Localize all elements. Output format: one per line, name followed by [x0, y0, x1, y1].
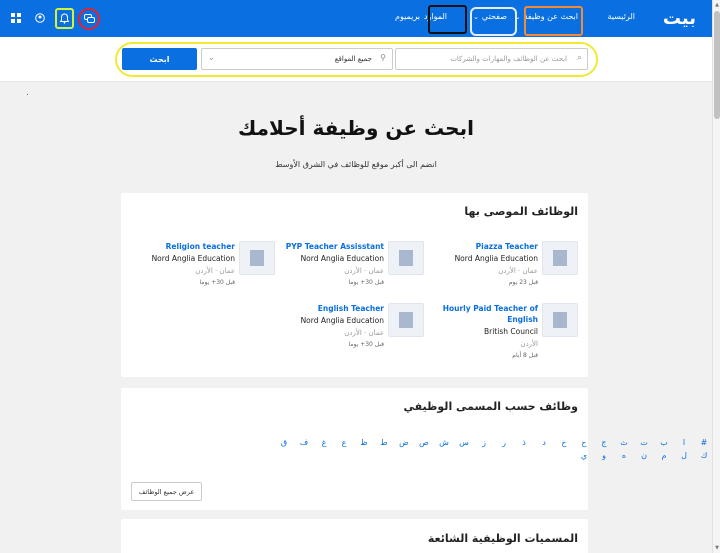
recommended-jobs-card: الوظائف الموصى بها Piazza Teacher Nord A… — [121, 193, 588, 377]
job-company: Nord Anglia Education — [300, 254, 384, 263]
letter-link[interactable]: ر — [498, 438, 510, 447]
hero-title: ابحث عن وظيفة أحلامك — [238, 116, 474, 140]
job-title[interactable]: Religion teacher — [135, 241, 235, 252]
job-location: عمان · الأردن — [195, 267, 235, 275]
letter-link[interactable]: ج — [598, 438, 610, 447]
letter-link[interactable]: ع — [338, 438, 350, 447]
letter-link[interactable]: ط — [378, 438, 390, 447]
letter-link[interactable]: ذ — [518, 438, 530, 447]
scrollbar-thumb[interactable] — [714, 11, 720, 119]
letter-link[interactable]: ز — [478, 438, 490, 447]
hero-subtitle: انضم الى أكبر موقع للوظائف في الشرق الأو… — [275, 160, 437, 169]
job-company: Nord Anglia Education — [300, 316, 384, 325]
job-card[interactable]: Hourly Paid Teacher of English British C… — [438, 303, 578, 363]
apps-grid-icon[interactable] — [7, 9, 25, 27]
search-button[interactable]: ابحث — [122, 48, 197, 70]
letter-link[interactable]: و — [598, 451, 610, 460]
alphabet-letter-list: # ا ب ت ث ج ح خ د ذ ر ز س ش ص ض ط ظ ع غ ف ق ك ل م ن ه و ي — [270, 438, 710, 460]
location-select[interactable]: ⌄ جميع المواقع ⚲ — [201, 48, 393, 70]
job-location: الأردن — [520, 340, 538, 348]
highlight-my-page — [470, 7, 517, 36]
job-title[interactable]: English Teacher — [284, 303, 384, 314]
job-location: عمان · الأردن — [344, 329, 384, 337]
letter-link[interactable]: ض — [398, 438, 410, 447]
letter-link[interactable]: ص — [418, 438, 430, 447]
nav-premium[interactable]: بريميوم — [395, 12, 420, 21]
job-posted: قبل 30+ يوما — [348, 279, 384, 286]
letter-link[interactable]: خ — [558, 438, 570, 447]
letter-link[interactable]: ظ — [358, 438, 370, 447]
user-account-icon[interactable] — [31, 9, 49, 27]
job-company: Nord Anglia Education — [454, 254, 538, 263]
letter-link[interactable]: ل — [678, 451, 690, 460]
view-all-jobs-button[interactable]: عرض جميع الوظائف — [131, 482, 202, 501]
company-building-icon — [388, 241, 424, 275]
job-posted: قبل 30+ يوما — [348, 341, 384, 348]
popular-job-titles-card: المسميات الوظيفية الشائعة — [121, 519, 588, 553]
letter-link[interactable]: ه — [618, 451, 630, 460]
job-title[interactable]: Piazza Teacher — [438, 241, 538, 252]
notifications-bell-icon[interactable] — [55, 8, 74, 29]
job-card[interactable]: Religion teacher Nord Anglia Education ع… — [135, 241, 275, 301]
job-title[interactable]: PYP Teacher Assisstant — [284, 241, 384, 252]
nav-home[interactable]: الرئيسية — [607, 12, 635, 21]
company-building-icon — [239, 241, 275, 275]
scroll-down-arrow-icon[interactable]: ▼ — [713, 545, 720, 551]
company-building-icon — [388, 303, 424, 337]
job-company: Nord Anglia Education — [151, 254, 235, 263]
job-card[interactable]: Piazza Teacher Nord Anglia Education عما… — [438, 241, 578, 301]
job-card[interactable]: English Teacher Nord Anglia Education عم… — [284, 303, 424, 363]
letter-link[interactable]: ت — [638, 438, 650, 447]
location-value: جميع المواقع — [334, 55, 372, 63]
popular-job-titles-heading: المسميات الوظيفية الشائعة — [427, 532, 578, 545]
search-icon: ⌕ — [576, 53, 582, 63]
letter-link[interactable]: ف — [298, 438, 310, 447]
page-scrollbar[interactable]: ▲ ▼ — [712, 0, 720, 553]
recommended-jobs-title: الوظائف الموصى بها — [464, 205, 578, 218]
jobs-by-title-heading: وظائف حسب المسمى الوظيفي — [403, 400, 578, 413]
top-nav: بيت الرئيسية ⌄ ابحث عن وظيفة ⌄ صفحتي ⌄ ا… — [0, 0, 712, 37]
letter-link[interactable]: ث — [618, 438, 630, 447]
letter-link[interactable]: ش — [438, 438, 450, 447]
keyword-placeholder: ابحث عن الوظائف والمهارات والشركات — [450, 55, 567, 63]
location-pin-icon: ⚲ — [380, 53, 386, 62]
scroll-up-arrow-icon[interactable]: ▲ — [713, 2, 720, 8]
job-posted: قبل 8 أيام — [512, 352, 538, 359]
letter-link[interactable]: غ — [318, 438, 330, 447]
job-title[interactable]: Hourly Paid Teacher of English — [438, 303, 538, 325]
highlight-resources — [428, 5, 467, 34]
letter-link[interactable]: ح — [578, 438, 590, 447]
job-posted: قبل 23 يوم — [508, 279, 538, 286]
letter-link[interactable]: ب — [658, 438, 670, 447]
letter-link[interactable]: س — [458, 438, 470, 447]
stray-dot — [27, 94, 28, 95]
messages-chat-icon[interactable] — [78, 8, 100, 30]
letter-link[interactable]: ي — [578, 451, 590, 460]
chevron-down-icon: ⌄ — [208, 53, 215, 62]
letter-link[interactable]: ك — [698, 451, 710, 460]
job-company: British Council — [483, 327, 538, 336]
keyword-search-input[interactable]: ابحث عن الوظائف والمهارات والشركات ⌕ — [395, 48, 588, 70]
letter-link[interactable]: ق — [278, 438, 290, 447]
letter-link[interactable]: ا — [678, 438, 690, 447]
letter-link[interactable]: د — [538, 438, 550, 447]
letter-link[interactable]: ن — [638, 451, 650, 460]
job-location: عمان · الأردن — [344, 267, 384, 275]
job-posted: قبل 30+ يوما — [199, 279, 235, 286]
job-card[interactable]: PYP Teacher Assisstant Nord Anglia Educa… — [284, 241, 424, 301]
letter-link[interactable]: # — [698, 438, 710, 447]
letter-link[interactable]: م — [658, 451, 670, 460]
company-building-icon — [542, 241, 578, 275]
company-building-icon — [542, 303, 578, 337]
highlight-job-search — [524, 6, 583, 36]
job-location: عمان · الأردن — [498, 267, 538, 275]
bayt-logo[interactable]: بيت — [663, 8, 696, 29]
